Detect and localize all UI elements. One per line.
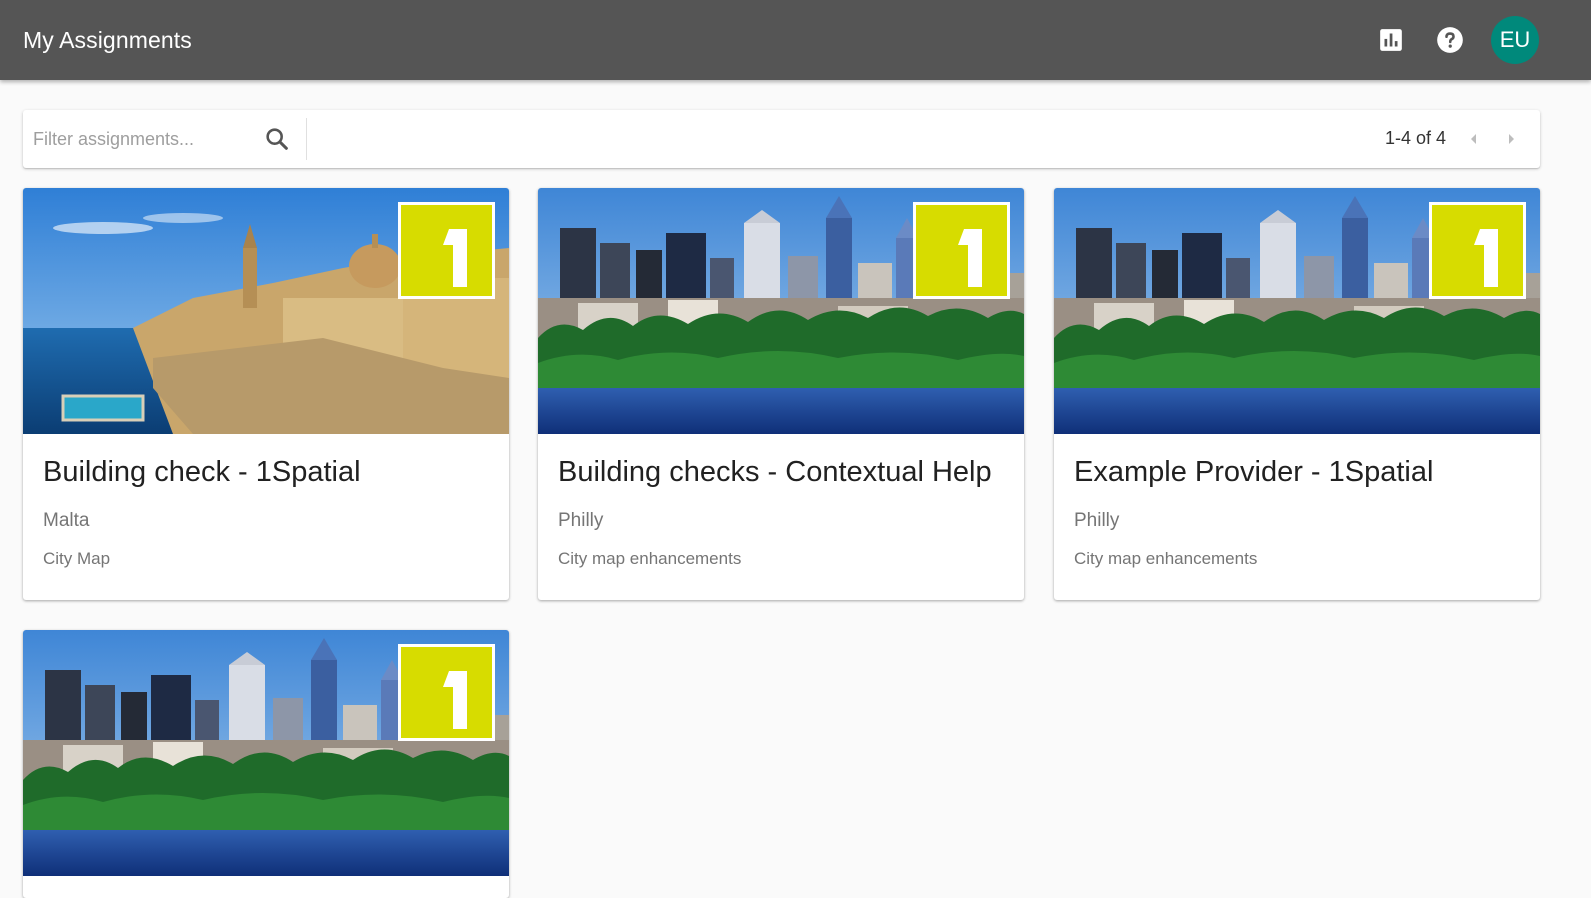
chart-icon <box>1380 29 1402 51</box>
card-project: City map enhancements <box>1074 549 1258 568</box>
page-range-label: 1-4 of 4 <box>1384 128 1446 148</box>
card-project: City map enhancements <box>558 549 742 568</box>
card-image <box>23 188 509 434</box>
help-button[interactable] <box>1430 20 1470 60</box>
next-page-icon[interactable] <box>1499 127 1523 151</box>
card-title: Building check - 1Spatial <box>43 456 361 488</box>
assignment-card[interactable]: Building checks - Contextual Help Philly… <box>538 188 1024 600</box>
help-icon <box>1437 27 1463 53</box>
card-image <box>23 630 509 876</box>
filter-input[interactable] <box>33 124 253 154</box>
brand-logo <box>398 202 495 299</box>
card-image <box>1054 188 1540 434</box>
card-region: Malta <box>43 510 90 531</box>
card-region: Philly <box>1074 510 1120 531</box>
brand-logo <box>398 644 495 741</box>
card-title: Building checks - Contextual Help <box>558 456 992 488</box>
assignment-card[interactable]: Example Provider - 1Spatial Philly City … <box>1054 188 1540 600</box>
page-title: My Assignments <box>23 27 192 53</box>
assignment-card[interactable]: Building check - 1Spatial Malta City Map <box>23 188 509 600</box>
card-region: Philly <box>558 510 604 531</box>
divider <box>306 118 307 160</box>
card-project: City Map <box>43 549 111 568</box>
brand-logo <box>1429 202 1526 299</box>
stats-button[interactable] <box>1371 20 1411 60</box>
card-image <box>538 188 1024 434</box>
user-avatar[interactable]: EU <box>1491 16 1539 64</box>
filter-bar: 1-4 of 4 <box>23 110 1540 168</box>
prev-page-icon[interactable] <box>1462 127 1486 151</box>
card-title: Example Provider - 1Spatial <box>1074 456 1434 488</box>
search-icon[interactable] <box>263 125 291 153</box>
brand-logo <box>913 202 1010 299</box>
app-bar: My Assignments EU <box>0 0 1591 80</box>
assignment-card[interactable] <box>23 630 509 898</box>
